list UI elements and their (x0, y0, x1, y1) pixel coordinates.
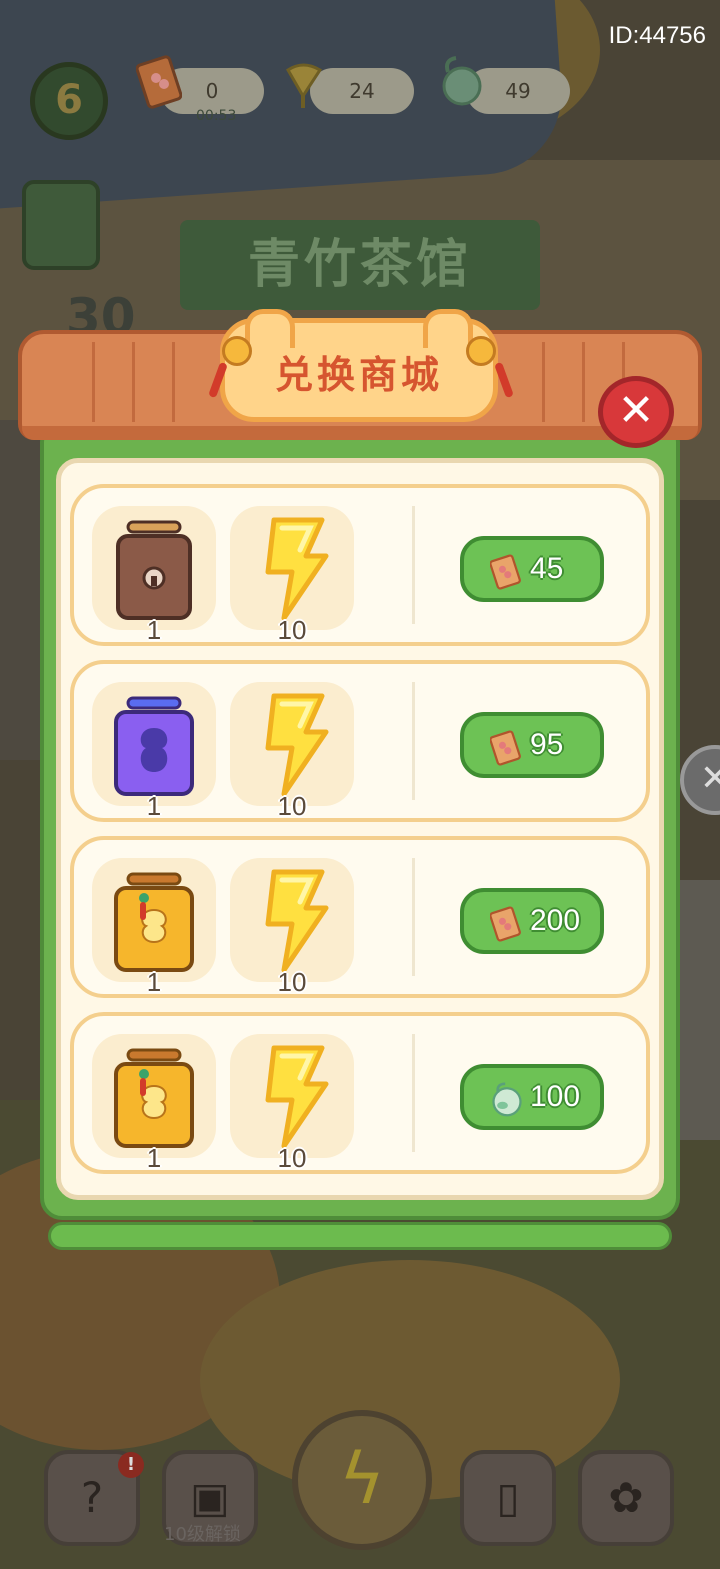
price-label: 100 (530, 1080, 581, 1113)
chest-slot[interactable]: 1 (92, 506, 216, 645)
energy-slot[interactable]: 10 (230, 682, 354, 821)
row-divider (412, 1034, 415, 1152)
shop-row: 1 10 200 (70, 836, 650, 998)
modal-title: 兑换商城 (274, 353, 443, 397)
ticket-icon (489, 554, 521, 590)
energy-count: 10 (277, 967, 307, 997)
buy-button[interactable]: 200 (460, 888, 604, 954)
chest-slot[interactable]: 1 (92, 858, 216, 997)
ticket-icon (489, 730, 521, 766)
chest-slot[interactable]: 1 (92, 682, 216, 821)
close-button[interactable]: ✕ (598, 376, 674, 448)
chest-count: 1 (146, 615, 162, 645)
energy-count: 10 (277, 1143, 307, 1173)
chest-slot[interactable]: 1 (92, 1034, 216, 1173)
row-divider (412, 858, 415, 976)
energy-slot[interactable]: 10 (230, 858, 354, 997)
shop-row: 1 10 100 (70, 1012, 650, 1174)
lightning-icon (265, 869, 329, 973)
buy-button[interactable]: 100 (460, 1064, 604, 1130)
row-divider (412, 682, 415, 800)
energy-slot[interactable]: 10 (230, 506, 354, 645)
ticket-icon (489, 906, 521, 942)
purple-chest-icon (114, 696, 194, 796)
shop-row: 1 10 45 (70, 484, 650, 646)
price-label: 200 (530, 904, 581, 937)
lightning-icon (265, 1045, 329, 1149)
golden-chest-icon (114, 872, 194, 972)
price-label: 45 (530, 552, 564, 585)
buy-button[interactable]: 45 (460, 536, 604, 602)
chest-count: 1 (146, 967, 162, 997)
lightning-icon (265, 693, 329, 797)
row-divider (412, 506, 415, 624)
chest-count: 1 (146, 791, 162, 821)
energy-slot[interactable]: 10 (230, 1034, 354, 1173)
modal-footer-bar (48, 1222, 672, 1250)
lightning-icon (265, 517, 329, 621)
buy-button[interactable]: 95 (460, 712, 604, 778)
brown-chest-icon (116, 520, 192, 620)
chest-count: 1 (146, 1143, 162, 1173)
price-label: 95 (530, 728, 564, 761)
jade-drop-icon (492, 1082, 522, 1117)
shop-row: 1 10 95 (70, 660, 650, 822)
energy-count: 10 (277, 615, 307, 645)
golden-chest-icon (114, 1048, 194, 1148)
energy-count: 10 (277, 791, 307, 821)
